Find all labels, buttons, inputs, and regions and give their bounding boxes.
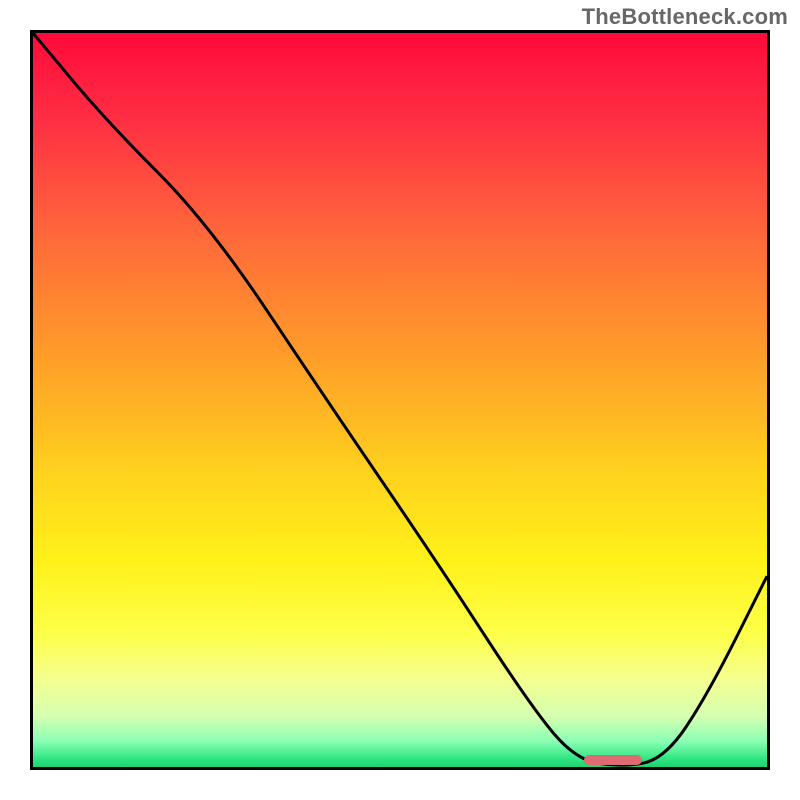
bottleneck-curve — [33, 33, 767, 767]
plot-area — [30, 30, 770, 770]
curve-path — [33, 33, 767, 765]
watermark-text: TheBottleneck.com — [582, 4, 788, 30]
trough-marker — [584, 755, 643, 765]
chart-container: TheBottleneck.com — [0, 0, 800, 800]
